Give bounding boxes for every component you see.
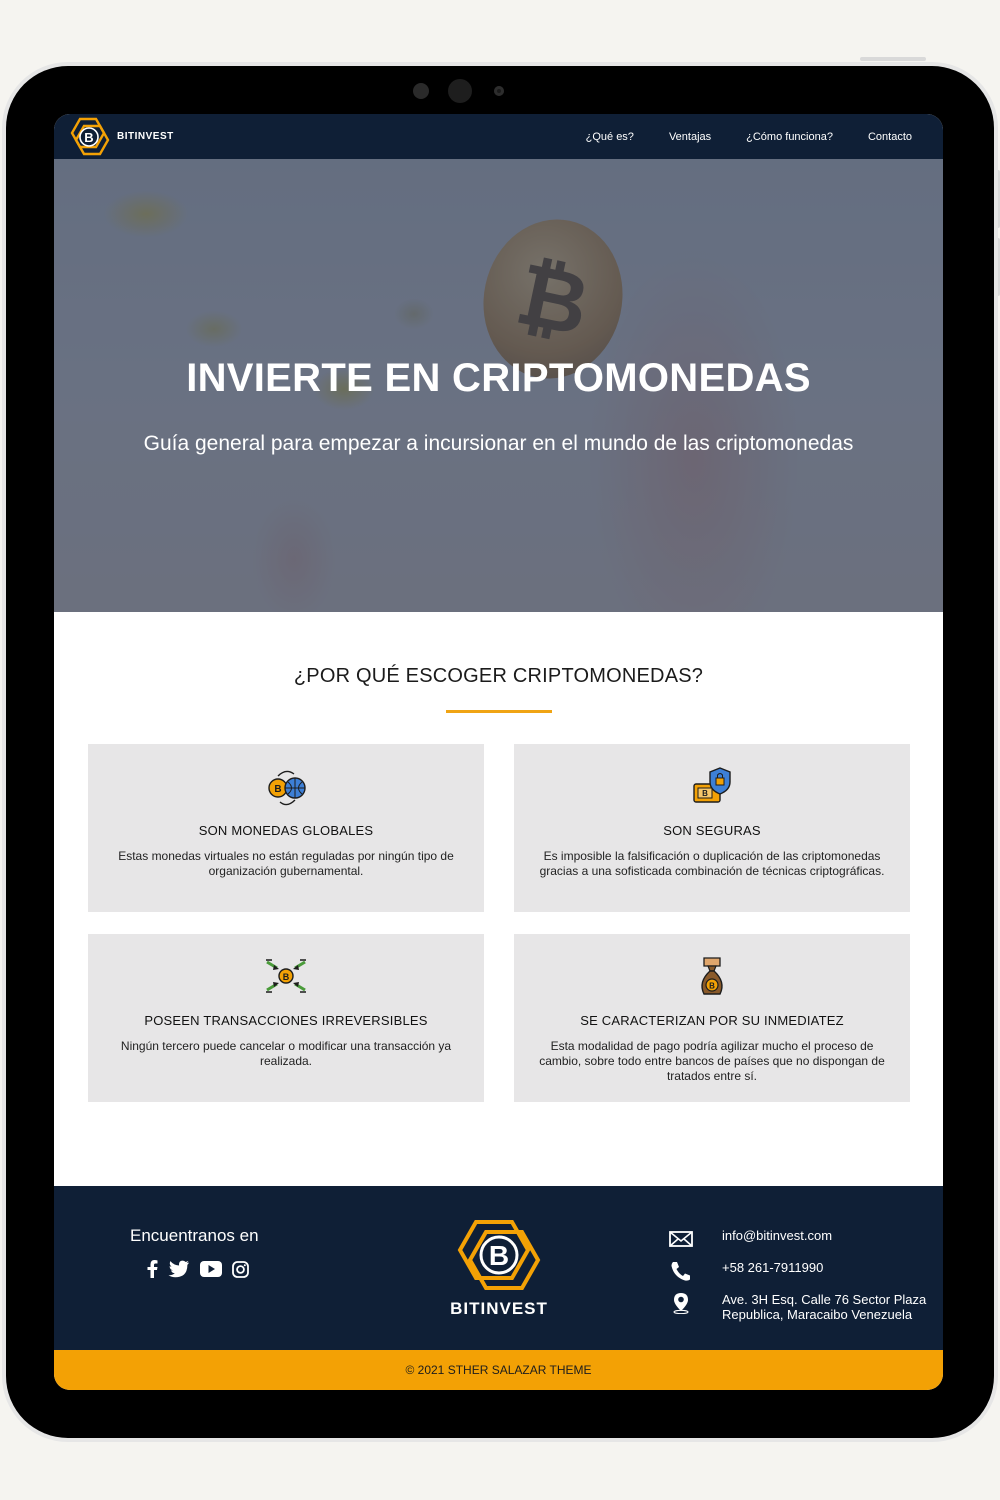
copyright-bar: © 2021 STHER SALAZAR THEME [54,1350,943,1390]
brand-name: BITINVEST [117,131,174,142]
feature-card-irreversible: B POSEEN TRANSACCIONES IRREVERSIBLES Nin… [88,934,484,1102]
hero-title: INVIERTE EN CRIPTOMONEDAS [186,356,811,400]
address-line-2: Republica, Maracaibo Venezuela [722,1307,913,1322]
card-description: Es imposible la falsificación o duplicac… [539,849,885,878]
nav-link-contacto[interactable]: Contacto [868,131,912,143]
card-description: Esta modalidad de pago podría agilizar m… [539,1039,885,1083]
front-camera [448,79,472,103]
sensor-dot [413,83,429,99]
contact-email[interactable]: info@bitinvest.com [668,1228,832,1250]
svg-text:B: B [709,982,715,991]
social-heading: Encuentranos en [130,1226,259,1245]
footer-brand-name: BITINVEST [450,1299,548,1318]
location-pin-icon [673,1293,689,1314]
bitcoin-wallet-shield-icon: B [693,767,731,803]
address-line-1: Ave. 3H Esq. Calle 76 Sector Plaza [722,1292,927,1307]
feature-card-secure: B SON SEGURAS Es imposible la falsificac… [514,744,910,912]
card-description: Estas monedas virtuales no están regulad… [118,849,454,878]
power-button [860,57,926,61]
social-links [146,1260,249,1278]
bitcoin-hexagon-logo-icon: B [70,117,110,155]
bitcoin-money-bag-icon: B [701,957,723,995]
contact-phone[interactable]: +58 261-7911990 [668,1260,823,1282]
svg-text:B: B [84,130,93,145]
brand-logo[interactable]: B BITINVEST [68,117,174,157]
hero-subtitle: Guía general para empezar a incursionar … [143,432,854,455]
volume-down-button [995,238,1000,296]
section-title: ¿POR QUÉ ESCOGER CRIPTOMONEDAS? [293,665,704,687]
nav-links: ¿Qué es? Ventajas ¿Cómo funciona? Contac… [551,131,912,143]
card-title: SON SEGURAS [663,823,761,838]
tablet-screen: B BITINVEST ¿Qué es? Ventajas ¿Cómo func… [54,114,943,1390]
feature-card-immediacy: B SE CARACTERIZAN POR SU INMEDIATEZ Esta… [514,934,910,1102]
svg-text:B: B [283,972,290,982]
camera-lens [494,86,504,96]
nav-link-ventajas[interactable]: Ventajas [669,131,711,143]
copyright-text: © 2021 STHER SALAZAR THEME [405,1363,592,1377]
feature-card-global: B SON MONEDAS GLOBALES Estas monedas vir… [88,744,484,912]
nav-link-como-funciona[interactable]: ¿Cómo funciona? [746,131,833,143]
svg-text:B: B [274,784,281,795]
contact-address[interactable]: Ave. 3H Esq. Calle 76 Sector Plaza Repub… [668,1292,926,1322]
hero-banner: ₿ INVIERTE EN CRIPTOMONEDAS Guía general… [54,159,943,612]
bitcoin-globe-icon: B [268,770,306,806]
phone-icon [671,1262,690,1281]
email-text: info@bitinvest.com [722,1228,833,1243]
volume-up-button [995,170,1000,228]
footer-bitcoin-hexagon-logo-icon: B [457,1220,541,1290]
address-text: Ave. 3H Esq. Calle 76 Sector Plaza Repub… [722,1292,926,1322]
phone-text: +58 261-7911990 [722,1260,824,1275]
section-divider [446,710,552,713]
card-title: SE CARACTERIZAN POR SU INMEDIATEZ [580,1013,844,1028]
card-title: SON MONEDAS GLOBALES [198,823,374,838]
top-navbar: B BITINVEST ¿Qué es? Ventajas ¿Cómo func… [54,114,943,159]
youtube-icon[interactable] [200,1261,222,1277]
footer: Encuentranos en B BITINVEST info@bitinve… [54,1186,943,1350]
bitcoin-arrows-icon: B [266,959,306,993]
facebook-icon[interactable] [146,1260,158,1278]
mail-icon [669,1231,693,1247]
card-title: POSEEN TRANSACCIONES IRREVERSIBLES [144,1013,428,1028]
instagram-icon[interactable] [232,1260,249,1278]
svg-text:B: B [489,1240,509,1271]
twitter-icon[interactable] [168,1260,190,1278]
svg-text:B: B [702,789,708,798]
nav-link-que-es[interactable]: ¿Qué es? [586,131,634,143]
card-description: Ningún tercero puede cancelar o modifica… [120,1039,452,1068]
